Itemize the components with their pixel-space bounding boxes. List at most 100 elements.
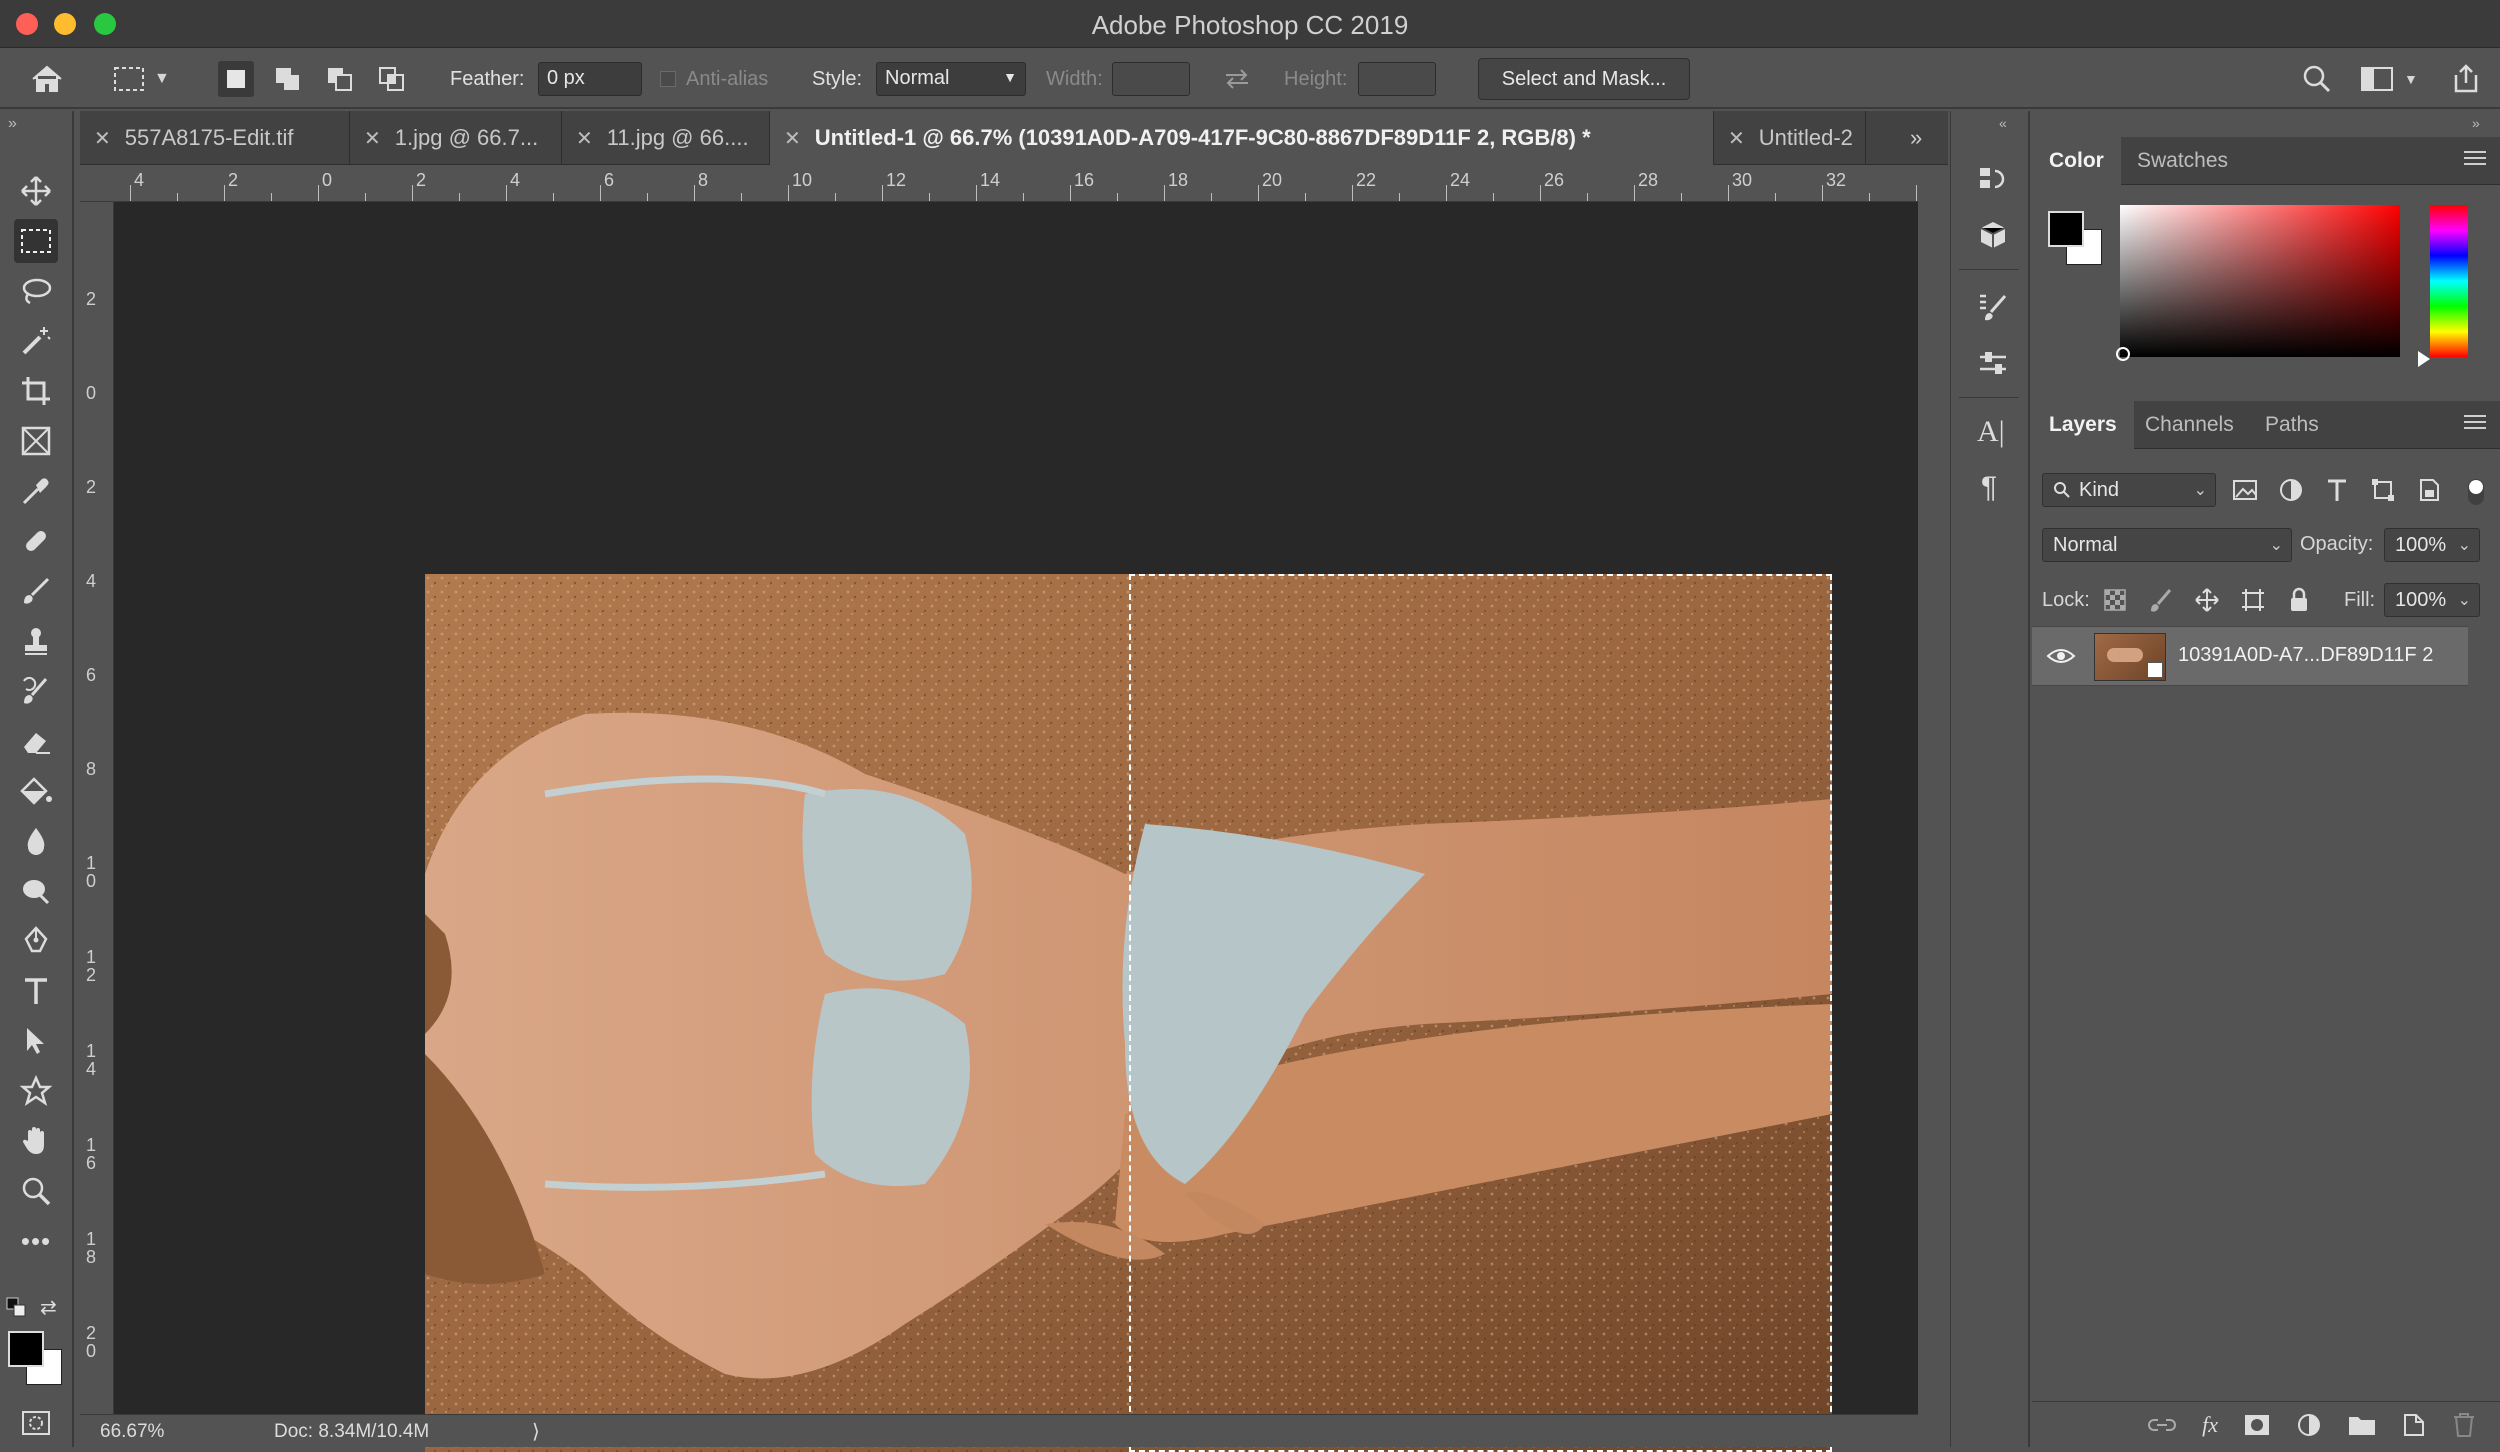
tab-swatches[interactable]: Swatches [2120,137,2245,185]
tab-layers[interactable]: Layers [2032,401,2134,449]
layer-name[interactable]: 10391A0D-A7...DF89D11F 2 [2178,644,2433,667]
height-input[interactable] [1358,62,1436,96]
width-input[interactable] [1112,62,1190,96]
close-tab-icon[interactable]: ✕ [1728,126,1745,151]
tab-doc-2[interactable]: ✕ 1.jpg @ 66.7... [350,111,562,165]
tab-overflow-icon[interactable]: » [1910,125,1922,151]
search-button[interactable] [2302,49,2332,109]
tab-channels[interactable]: Channels [2128,401,2251,449]
swap-dimensions-button[interactable] [1222,49,1252,109]
rectangular-marquee-tool[interactable] [14,219,58,263]
new-layer-icon[interactable] [2402,1412,2426,1438]
healing-brush-tool[interactable] [14,519,58,563]
new-group-folder-icon[interactable] [2348,1414,2376,1436]
custom-shape-tool[interactable] [14,1069,58,1113]
tab-doc-3[interactable]: ✕ 11.jpg @ 66.... [562,111,770,165]
path-selection-tool[interactable] [14,1019,58,1063]
panel-menu-icon[interactable] [2464,415,2486,433]
marquee-preset-picker[interactable]: ▼ [112,49,170,109]
clone-stamp-tool[interactable] [14,619,58,663]
color-field[interactable] [2116,205,2400,361]
fill-input[interactable]: 100% ⌄ [2384,583,2480,617]
pen-tool[interactable] [14,919,58,963]
intersect-selection-button[interactable] [374,61,410,97]
status-menu-icon[interactable]: ⟩ [532,1419,540,1444]
dodge-tool[interactable] [14,869,58,913]
link-layers-icon[interactable] [2148,1415,2177,1435]
pixel-filter-icon[interactable] [2232,477,2258,503]
history-brush-tool[interactable] [14,669,58,713]
brush-tool[interactable] [14,569,58,613]
eraser-tool[interactable] [14,719,58,763]
smart-object-filter-icon[interactable] [2416,477,2442,503]
color-picker-handle[interactable] [2116,347,2130,361]
close-tab-icon[interactable]: ✕ [94,126,111,151]
delete-layer-trash-icon[interactable] [2452,1412,2476,1438]
opacity-input[interactable]: 100% ⌄ [2384,528,2480,562]
lasso-tool[interactable] [14,269,58,313]
hue-slider[interactable] [2430,205,2468,357]
move-tool[interactable] [14,169,58,213]
lock-pixels-icon[interactable] [2148,587,2174,613]
marquee-selection[interactable] [1129,574,1832,1452]
style-select[interactable]: Normal ▼ [876,62,1026,96]
expand-panel-icon[interactable]: » [8,115,17,133]
edit-toolbar-button[interactable]: ••• [14,1219,58,1263]
layer-style-fx-icon[interactable]: fx [2202,1412,2218,1438]
new-selection-button[interactable] [218,61,254,97]
crop-tool[interactable] [14,369,58,413]
magic-wand-tool[interactable] [14,319,58,363]
add-mask-icon[interactable] [2244,1414,2270,1436]
hand-tool[interactable] [14,1119,58,1163]
adjustment-filter-icon[interactable] [2278,477,2304,503]
tab-doc-1[interactable]: ✕ 557A8175-Edit.tif [80,111,350,165]
subtract-selection-button[interactable] [322,61,358,97]
lock-position-icon[interactable] [2194,587,2220,613]
paragraph-panel-button[interactable]: ¶ [1981,471,1997,505]
panel-menu-icon[interactable] [2464,151,2486,169]
brush-settings-button[interactable] [1977,291,2009,328]
adjustment-layer-icon[interactable] [2296,1412,2322,1438]
lock-all-icon[interactable] [2286,587,2312,613]
select-and-mask-button[interactable]: Select and Mask... [1478,58,1690,100]
layer-row[interactable]: 10391A0D-A7...DF89D11F 2 [2032,626,2468,686]
zoom-level[interactable]: 66.67% [100,1421,164,1443]
add-selection-button[interactable] [270,61,306,97]
type-filter-icon[interactable] [2324,477,2350,503]
document-image[interactable] [425,574,1832,1452]
expand-panels-icon[interactable]: » [2472,115,2480,131]
eyedropper-tool[interactable] [14,469,58,513]
paint-bucket-tool[interactable] [14,769,58,813]
lock-transparency-icon[interactable] [2102,587,2128,613]
collapse-dock-icon[interactable]: « [1999,115,2007,131]
share-button[interactable] [2450,49,2482,109]
close-tab-icon[interactable]: ✕ [784,126,801,151]
blend-mode-select[interactable]: Normal ⌄ [2042,528,2292,562]
history-panel-button[interactable] [1977,163,2009,200]
anti-alias-checkbox[interactable] [660,71,676,87]
feather-input[interactable]: 0 px [538,62,642,96]
type-tool[interactable] [14,969,58,1013]
horizontal-ruler[interactable]: 4 2 0 2 4 6 8 10 12 14 16 18 20 22 24 26 28 30 32 [80,166,1918,202]
frame-tool[interactable] [14,419,58,463]
zoom-tool[interactable] [14,1169,58,1213]
layer-filter-select[interactable]: Kind ⌄ [2042,473,2216,507]
shape-filter-icon[interactable] [2370,477,2396,503]
close-tab-icon[interactable]: ✕ [364,126,381,151]
filter-toggle[interactable] [2468,479,2484,505]
blur-tool[interactable] [14,819,58,863]
quick-mask-button[interactable] [14,1401,58,1445]
tab-paths[interactable]: Paths [2248,401,2336,449]
default-colors-button[interactable] [6,1297,28,1319]
foreground-color-swatch[interactable] [2048,211,2084,247]
hue-slider-handle[interactable] [2418,351,2430,367]
tab-doc-5[interactable]: ✕ Untitled-2 [1714,111,1866,165]
close-tab-icon[interactable]: ✕ [576,126,593,151]
tab-doc-active[interactable]: ✕ Untitled-1 @ 66.7% (10391A0D-A709-417F… [770,111,1714,165]
adjustments-panel-button[interactable] [1977,347,2009,384]
lock-artboard-icon[interactable] [2240,587,2266,613]
home-button[interactable] [30,49,64,109]
workspace-button[interactable]: ▼ [2360,49,2418,109]
vertical-ruler[interactable]: 2 0 2 4 6 8 10 12 14 16 18 20 [80,202,114,1414]
foreground-color-swatch[interactable] [8,1331,44,1367]
